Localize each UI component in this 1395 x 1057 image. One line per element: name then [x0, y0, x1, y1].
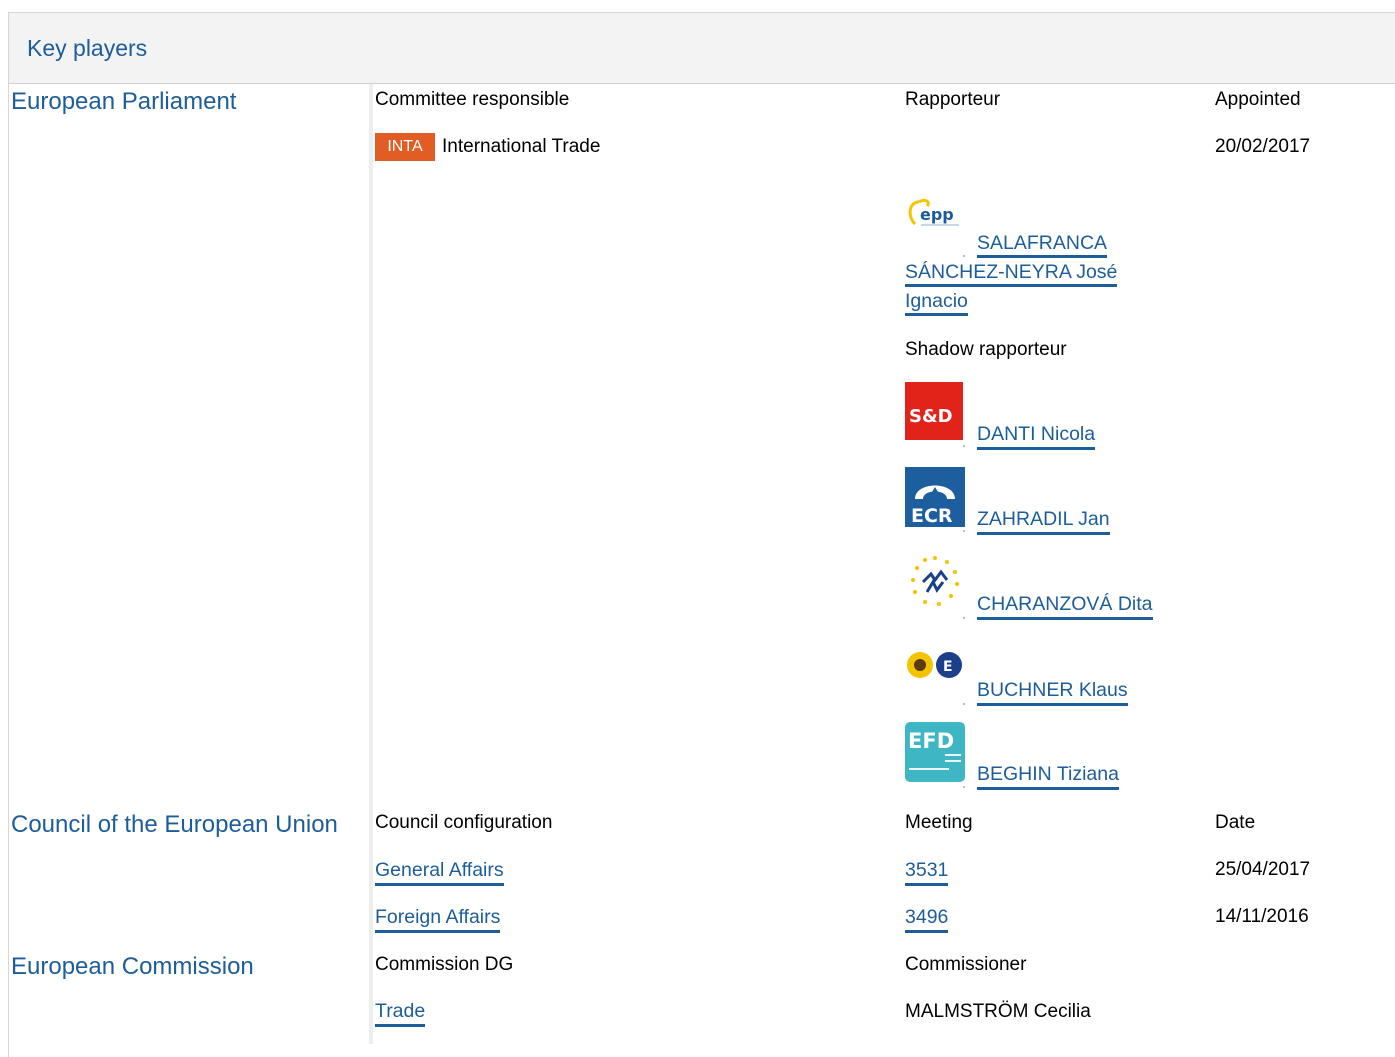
- svg-text:epp: epp: [920, 205, 954, 224]
- rapporteur-name-line2: SÁNCHEZ-NEYRA José: [905, 261, 1118, 287]
- svg-text:ECR: ECR: [911, 505, 953, 527]
- council-title: Council of the European Union: [11, 811, 338, 838]
- rapporteur-name-line1: SALAFRANCA: [977, 232, 1108, 258]
- shadow-link-beghin[interactable]: BEGHIN Tiziana: [977, 762, 1119, 790]
- meeting-link[interactable]: 3531: [905, 858, 949, 886]
- parliament-title: European Parliament: [11, 88, 237, 115]
- commission-dg-header: Commission DG: [375, 954, 514, 975]
- efdd-logo-icon: EFD: [905, 722, 965, 782]
- meeting-link[interactable]: 3496: [905, 905, 949, 933]
- committee-badge: INTA: [375, 133, 435, 161]
- page-title: Key players: [27, 35, 148, 61]
- alde-logo-icon: [905, 552, 965, 612]
- rapporteur-name-line3: Ignacio: [905, 290, 968, 316]
- rapporteur-link[interactable]: SALAFRANCA SÁNCHEZ-NEYRA José Ignacio: [905, 229, 1165, 316]
- appointed-date: 20/02/2017: [1215, 136, 1311, 157]
- greens-efa-logo-icon: E: [905, 645, 965, 705]
- council-configuration-header: Council configuration: [375, 812, 553, 833]
- shadow-link-danti[interactable]: DANTI Nicola: [977, 422, 1096, 450]
- meeting-date: 25/04/2017: [1215, 859, 1311, 880]
- shadow-rapporteur-label: Shadow rapporteur: [905, 339, 1067, 360]
- meeting-date: 14/11/2016: [1215, 906, 1309, 927]
- sd-logo-icon: S&D: [905, 382, 965, 442]
- svg-text:EFD: EFD: [908, 729, 954, 753]
- ecr-logo-icon: ECR: [905, 467, 965, 527]
- shadow-link-zahradil[interactable]: ZAHRADIL Jan: [977, 507, 1110, 535]
- commissioner-name: MALMSTRÖM Cecilia: [905, 1001, 1091, 1022]
- council-config-link[interactable]: Foreign Affairs: [375, 905, 501, 933]
- date-header: Date: [1215, 812, 1256, 833]
- appointed-header: Appointed: [1215, 89, 1301, 110]
- meeting-header: Meeting: [905, 812, 973, 833]
- svg-text:E: E: [943, 659, 953, 675]
- key-players-frame: [8, 12, 1395, 1057]
- commission-dg-link[interactable]: Trade: [375, 999, 426, 1027]
- column-divider: [369, 84, 373, 1044]
- committee-responsible-header: Committee responsible: [375, 89, 570, 110]
- shadow-link-charanzova[interactable]: CHARANZOVÁ Dita: [977, 592, 1153, 620]
- svg-text:S&D: S&D: [909, 406, 953, 427]
- rapporteur-header: Rapporteur: [905, 89, 1001, 110]
- council-config-link[interactable]: General Affairs: [375, 858, 504, 886]
- commission-title: European Commission: [11, 953, 254, 980]
- commissioner-header: Commissioner: [905, 954, 1027, 975]
- committee-name: International Trade: [442, 136, 601, 157]
- shadow-link-buchner[interactable]: BUCHNER Klaus: [977, 678, 1128, 706]
- key-players-header: Key players: [9, 13, 1395, 84]
